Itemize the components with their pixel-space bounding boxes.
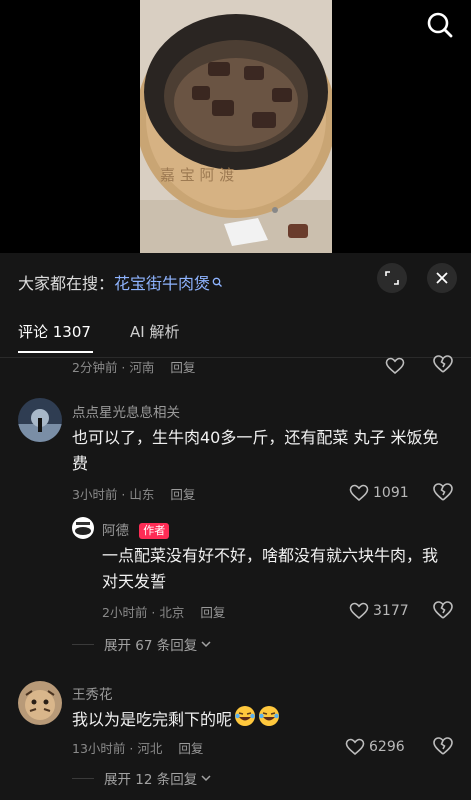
dislike-button[interactable] — [432, 736, 454, 758]
avatar[interactable] — [18, 681, 62, 725]
search-suggestion[interactable]: 大家都在搜： 花宝街牛肉煲 — [18, 271, 223, 293]
like-button[interactable] — [385, 355, 405, 377]
expand-icon — [385, 271, 399, 285]
expand-line — [72, 644, 94, 645]
expand-line — [72, 778, 94, 779]
active-tab-indicator — [18, 351, 93, 353]
comment-text-row: 我以为是吃完剩下的呢 — [72, 705, 444, 735]
expand-replies-button[interactable]: 展开 67 条回复 — [104, 635, 212, 654]
like-button[interactable]: 6296 — [345, 736, 405, 758]
like-count: 3177 — [373, 603, 409, 619]
reply-username[interactable]: 阿德 — [102, 523, 129, 539]
expand-replies-label: 展开 67 条回复 — [104, 638, 198, 654]
comment-time-location: 13小时前 · 河北 — [72, 740, 163, 756]
heart-icon — [349, 484, 369, 502]
heart-icon — [345, 738, 365, 756]
reply-button[interactable]: 回复 — [170, 484, 195, 503]
suggestion-keyword[interactable]: 花宝街牛肉煲 — [114, 270, 210, 294]
reply-time-location: 2小时前 · 北京 — [102, 604, 185, 620]
suggestion-prefix: 大家都在搜： — [18, 274, 115, 293]
search-small-icon — [212, 277, 223, 288]
comment-username[interactable]: 王秀花 — [72, 683, 113, 703]
reply-avatar[interactable] — [72, 517, 94, 539]
reply-button[interactable]: 回复 — [178, 738, 203, 757]
comment-text: 我以为是吃完剩下的呢 — [72, 710, 233, 729]
dislike-button[interactable] — [432, 354, 454, 376]
author-badge: 作者 — [139, 523, 170, 539]
like-count: 1091 — [373, 485, 409, 501]
search-button[interactable] — [423, 8, 457, 42]
chevron-down-icon — [201, 775, 211, 782]
broken-heart-icon — [433, 355, 453, 373]
close-icon — [436, 272, 448, 284]
close-button[interactable] — [427, 263, 457, 293]
heart-icon — [349, 602, 369, 620]
tab-ai-analysis[interactable]: AI 解析 — [130, 321, 179, 343]
heart-icon — [385, 357, 405, 375]
broken-heart-icon — [433, 737, 453, 755]
comment-meta: 13小时前 · 河北 回复 — [72, 738, 203, 756]
reply-button[interactable]: 回复 — [170, 357, 195, 376]
expand-replies-button[interactable]: 展开 12 条回复 — [104, 769, 212, 788]
search-icon — [427, 12, 453, 38]
tab-comments[interactable]: 评论 1307 — [18, 321, 91, 343]
chevron-down-icon — [201, 641, 211, 648]
comment-time-location: 3小时前 · 山东 — [72, 486, 155, 502]
like-button[interactable]: 3177 — [349, 600, 409, 622]
dislike-button[interactable] — [432, 482, 454, 504]
expand-replies-label: 展开 12 条回复 — [104, 772, 198, 788]
dislike-button[interactable] — [432, 600, 454, 622]
like-button[interactable]: 1091 — [349, 482, 409, 504]
comment-time-location: 2分钟前 · 河南 — [72, 359, 155, 375]
laughing-crying-emoji-icon — [258, 705, 280, 735]
broken-heart-icon — [433, 601, 453, 619]
comment-meta: 2分钟前 · 河南 回复 — [72, 357, 195, 375]
avatar[interactable] — [18, 398, 62, 442]
comment-sheet: 大家都在搜： 花宝街牛肉煲 评论 1307 AI 解析 2分钟前 · 河南 回复 — [0, 253, 471, 800]
comment-meta: 3小时前 · 山东 回复 — [72, 484, 195, 502]
laughing-crying-emoji-icon — [234, 705, 256, 735]
fullscreen-button[interactable] — [377, 263, 407, 293]
reply-username-row: 阿德 作者 — [102, 519, 170, 539]
video-frame-image: 嘉 宝 阿 渡 — [140, 0, 332, 253]
comment-tabs: 评论 1307 AI 解析 — [0, 319, 471, 359]
video-player[interactable]: 嘉 宝 阿 渡 — [0, 0, 471, 253]
broken-heart-icon — [433, 483, 453, 501]
like-count: 6296 — [369, 739, 405, 755]
comment-text: 也可以了，生牛肉40多一斤，还有配菜 丸子 米饭免费 — [72, 428, 439, 473]
reply-meta: 2小时前 · 北京 回复 — [102, 602, 225, 620]
reply-text: 一点配菜没有好不好，啥都没有就六块牛肉，我对天发誓 — [102, 546, 439, 591]
svg-text:嘉 宝 阿 渡: 嘉 宝 阿 渡 — [160, 166, 234, 184]
reply-button[interactable]: 回复 — [200, 602, 225, 621]
comment-username[interactable]: 点点星光息息相关 — [72, 401, 180, 421]
